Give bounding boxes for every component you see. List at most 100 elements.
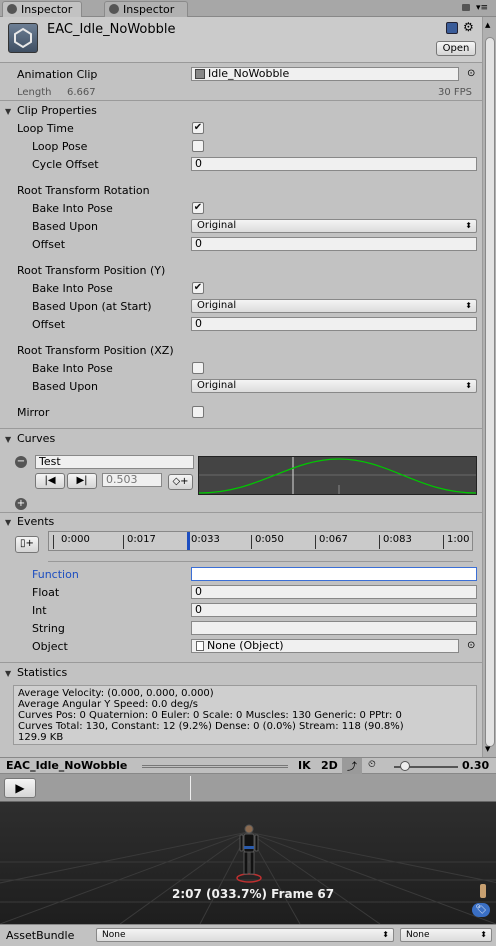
divider <box>0 662 482 663</box>
curve-value-field[interactable]: 0.503 <box>102 473 162 487</box>
lock-icon[interactable] <box>462 4 470 11</box>
dropdown-arrow-icon: ⬍ <box>465 301 472 310</box>
asset-label-icon[interactable]: 🏷 <box>472 903 490 917</box>
asset-bundle-dropdown[interactable]: None ⬍ <box>96 928 394 942</box>
tab-menu-icon[interactable]: ▾≡ <box>476 3 488 13</box>
scrollbar-thumb[interactable] <box>485 37 495 747</box>
curves-title[interactable]: Curves <box>17 432 55 445</box>
preview-viewport[interactable]: 2:07 (033.7%) Frame 67 🏷 <box>0 802 496 924</box>
mode-2d-toggle[interactable]: 2D <box>321 759 338 772</box>
string-field[interactable] <box>191 621 477 635</box>
object-label: Object <box>32 640 68 653</box>
preview-timeline[interactable]: ▶ <box>0 774 496 802</box>
root-position-y-offset-field[interactable]: 0 <box>191 317 477 331</box>
play-icon: ▶ <box>15 781 25 795</box>
loop-time-checkbox[interactable]: ✔ <box>192 122 204 134</box>
function-field[interactable] <box>191 567 477 581</box>
avatar-mini-icon[interactable] <box>480 884 486 898</box>
asset-variant-dropdown[interactable]: None ⬍ <box>400 928 492 942</box>
help-book-icon[interactable] <box>446 22 458 34</box>
gear-icon[interactable]: ⚙ <box>463 20 474 34</box>
dropdown-arrow-icon: ⬍ <box>465 221 472 230</box>
foldout-arrow-icon[interactable]: ▼ <box>5 107 11 116</box>
ruler-major-tick <box>443 535 444 549</box>
open-button[interactable]: Open <box>436 41 476 56</box>
divider <box>0 512 482 513</box>
add-key-button[interactable]: ◇+ <box>168 474 193 490</box>
foldout-arrow-icon[interactable]: ▼ <box>5 669 11 678</box>
length-value: 6.667 <box>67 87 96 98</box>
pivot-icon[interactable]: ⤴ <box>342 758 362 774</box>
root-position-y-based-label: Based Upon (at Start) <box>32 300 152 313</box>
scroll-up-icon[interactable]: ▲ <box>485 21 490 29</box>
inspector-scrollbar[interactable]: ▲ ▼ <box>482 17 496 757</box>
inspector-icon <box>109 4 119 14</box>
ruler-tick: 0:017 <box>127 534 156 545</box>
int-field[interactable]: 0 <box>191 603 477 617</box>
object-picker-icon[interactable]: ⊙ <box>467 640 475 651</box>
scroll-down-icon[interactable]: ▼ <box>485 745 490 753</box>
root-rotation-based-dropdown[interactable]: Original ⬍ <box>191 219 477 233</box>
root-position-y-based-dropdown[interactable]: Original ⬍ <box>191 299 477 313</box>
root-rotation-offset-field[interactable]: 0 <box>191 237 477 251</box>
statistics-title[interactable]: Statistics <box>17 666 67 679</box>
function-label: Function <box>32 568 79 581</box>
prev-key-button[interactable]: |◀ <box>35 473 65 489</box>
root-position-xz-bake-checkbox[interactable] <box>192 362 204 374</box>
mirror-label: Mirror <box>17 406 50 419</box>
asset-header: EAC_Idle_NoWobble ⚙ Open <box>0 17 482 63</box>
asset-bundle-label: AssetBundle <box>6 929 75 942</box>
next-key-icon: ▶| <box>76 475 88 486</box>
dropdown-arrow-icon: ⬍ <box>465 381 472 390</box>
animation-clip-field[interactable]: Idle_NoWobble <box>191 67 459 81</box>
root-position-xz-title: Root Transform Position (XZ) <box>17 344 174 357</box>
timeline-playhead[interactable] <box>190 776 191 800</box>
cycle-offset-field[interactable]: 0 <box>191 157 477 171</box>
stat-line: Curves Total: 130, Constant: 12 (9.2%) D… <box>18 721 404 732</box>
asset-title: EAC_Idle_NoWobble <box>47 22 176 37</box>
next-key-button[interactable]: ▶| <box>67 473 97 489</box>
speed-slider-thumb[interactable] <box>400 761 410 771</box>
root-position-xz-bake-label: Bake Into Pose <box>32 362 113 375</box>
float-label: Float <box>32 586 60 599</box>
float-field[interactable]: 0 <box>191 585 477 599</box>
object-field[interactable]: None (Object) <box>191 639 459 653</box>
root-rotation-bake-checkbox[interactable]: ✔ <box>192 202 204 214</box>
root-position-y-bake-checkbox[interactable]: ✔ <box>192 282 204 294</box>
prev-key-icon: |◀ <box>44 475 56 486</box>
add-event-button[interactable]: ▯+ <box>15 536 39 553</box>
frame-overlay: 2:07 (033.7%) Frame 67 <box>172 887 335 901</box>
preview-toolbar: EAC_Idle_NoWobble IK 2D ⤴ ⏲ 0.30 <box>0 757 496 774</box>
remove-curve-icon[interactable]: − <box>15 456 27 468</box>
curve-preview[interactable] <box>198 456 477 495</box>
root-rotation-bake-label: Bake Into Pose <box>32 202 113 215</box>
playhead-marker[interactable] <box>187 532 190 550</box>
mirror-checkbox[interactable] <box>192 406 204 418</box>
foldout-arrow-icon[interactable]: ▼ <box>5 518 11 527</box>
ruler-tick: 0:033 <box>191 534 220 545</box>
root-position-xz-based-label: Based Upon <box>32 380 98 393</box>
play-button[interactable]: ▶ <box>4 778 36 798</box>
event-track[interactable] <box>48 552 473 562</box>
foldout-arrow-icon[interactable]: ▼ <box>5 435 11 444</box>
speed-value: 0.30 <box>462 759 490 772</box>
curve-name-field[interactable]: Test <box>35 455 194 469</box>
ruler-major-tick <box>315 535 316 549</box>
root-position-y-offset-label: Offset <box>32 318 66 331</box>
preview-drag-handle[interactable] <box>142 765 288 768</box>
ik-toggle[interactable]: IK <box>298 759 311 772</box>
clip-properties-title[interactable]: Clip Properties <box>17 104 97 117</box>
add-event-icon: ▯+ <box>20 538 34 549</box>
add-curve-icon[interactable]: + <box>15 498 27 510</box>
tab-inspector-active[interactable]: Inspector <box>2 1 82 18</box>
root-rotation-offset-label: Offset <box>32 238 66 251</box>
object-picker-icon[interactable]: ⊙ <box>467 68 475 79</box>
tab-inspector-inactive[interactable]: Inspector <box>104 1 188 17</box>
root-position-xz-based-dropdown[interactable]: Original ⬍ <box>191 379 477 393</box>
loop-pose-checkbox[interactable] <box>192 140 204 152</box>
ruler-tick: 0:000 <box>61 534 90 545</box>
divider <box>0 428 482 429</box>
events-title[interactable]: Events <box>17 515 54 528</box>
event-timeline-ruler[interactable]: 0:000 0:017 0:033 0:050 0:067 0:083 1:00 <box>48 531 473 551</box>
statistics-box: Average Velocity: (0.000, 0.000, 0.000) … <box>13 685 477 745</box>
